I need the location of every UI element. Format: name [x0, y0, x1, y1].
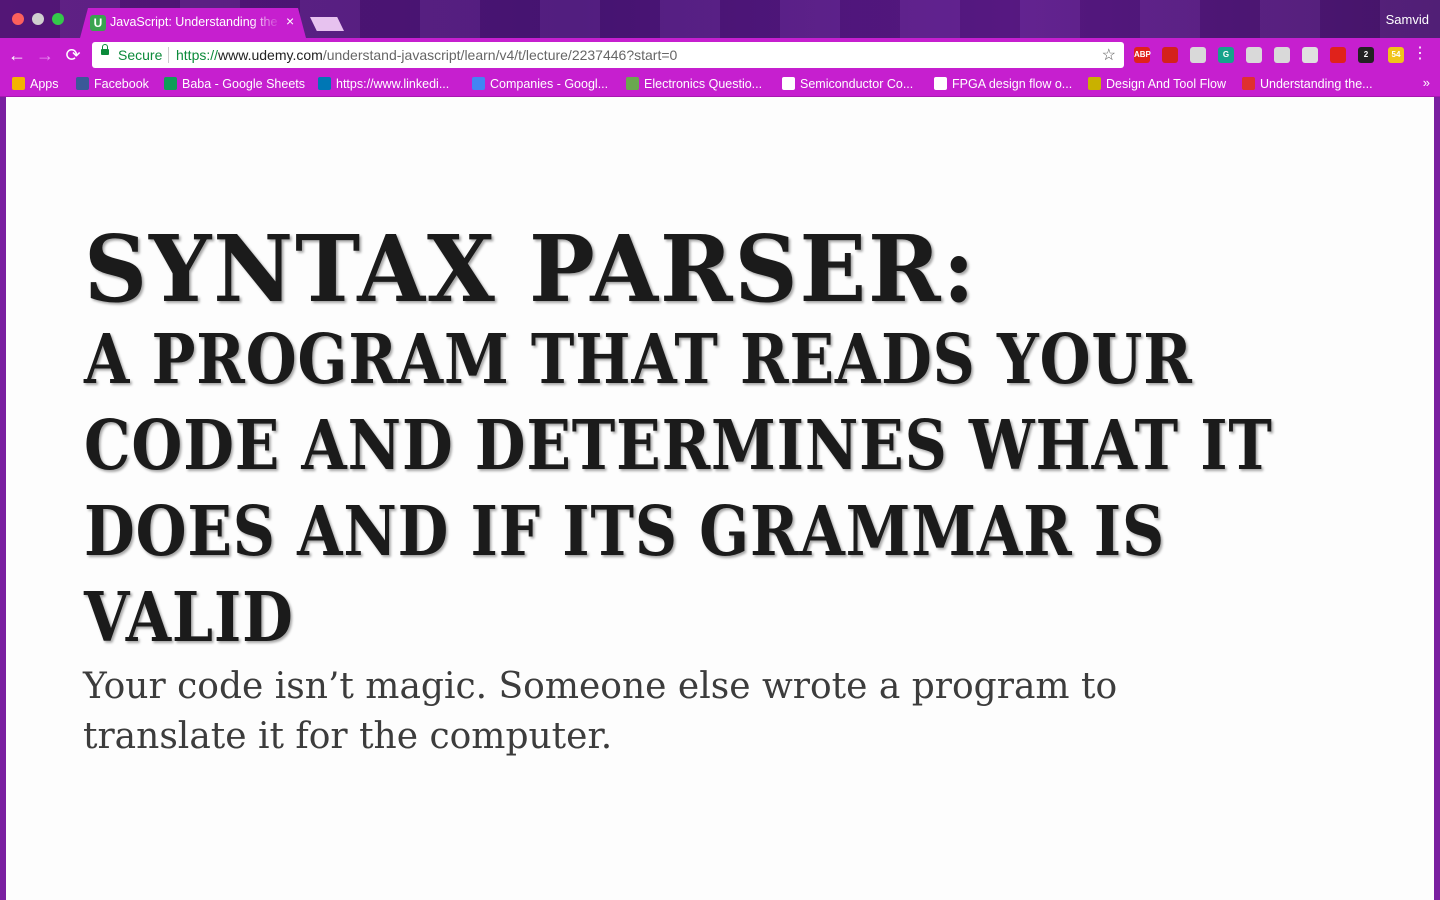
apps-grid-icon	[12, 77, 25, 90]
bookmark-item[interactable]: Apps	[12, 75, 59, 93]
bookmark-label: FPGA design flow o...	[952, 77, 1073, 91]
design-icon	[1088, 77, 1101, 90]
bookmark-item[interactable]: Understanding the...	[1242, 75, 1373, 93]
close-window-button[interactable]	[12, 13, 24, 25]
bookmark-item[interactable]: FPGA design flow o...	[934, 75, 1072, 93]
profile-name[interactable]: Samvid	[1386, 12, 1429, 27]
maximize-window-button[interactable]	[52, 13, 64, 25]
lock-icon	[101, 44, 109, 55]
forward-arrow-icon[interactable]: →	[34, 44, 56, 66]
bookmark-label: https://www.linkedi...	[336, 77, 450, 91]
linkedin-icon	[318, 77, 331, 90]
url-protocol: https://	[176, 47, 219, 63]
slide-body-text: Your code isn’t magic. Someone else wrot…	[83, 666, 1118, 757]
sheets-icon	[164, 77, 177, 90]
bookmark-item[interactable]: Semiconductor Co...	[782, 75, 913, 93]
ublock-icon[interactable]	[1162, 47, 1178, 63]
lecture-slide: Syntax Parser: A program that reads your…	[6, 97, 1434, 900]
browser-toolbar: ← → ⟳ Secure https://www.udemy.com/under…	[0, 38, 1440, 72]
docs-icon	[472, 77, 485, 90]
calendar-ext-icon[interactable]: 54	[1388, 47, 1404, 63]
mail-ext-icon[interactable]	[1274, 47, 1290, 63]
amazon-ext-icon[interactable]: 2	[1358, 47, 1374, 63]
address-divider	[168, 47, 169, 63]
facebook-icon	[76, 77, 89, 90]
adblock-plus-icon[interactable]: ABP	[1134, 47, 1151, 63]
bookmark-label: Semiconductor Co...	[800, 77, 914, 91]
grammarly-icon[interactable]: G	[1218, 47, 1234, 63]
bookmarks-bar: Apps Facebook Baba - Google Sheets https://…	[0, 72, 1440, 97]
slide-heading-block: Syntax Parser: A program that reads your…	[84, 221, 1440, 661]
tab-title: JavaScript: Understanding the Weird Part…	[110, 15, 282, 29]
drive-icon[interactable]	[1246, 47, 1262, 63]
url-host: www.udemy.com	[218, 47, 323, 63]
notes-ext-icon[interactable]	[1190, 47, 1206, 63]
bookmark-item[interactable]: Facebook	[76, 75, 149, 93]
bookmark-label: Apps	[30, 77, 59, 91]
secure-label: Secure	[118, 47, 163, 63]
reload-icon[interactable]: ⟳	[62, 44, 84, 66]
back-arrow-icon[interactable]: ←	[6, 44, 28, 66]
bookmark-label: Baba - Google Sheets	[182, 77, 305, 91]
bookmark-item[interactable]: Electronics Questio...	[626, 75, 762, 93]
window-title-bar: U JavaScript: Understanding the Weird Pa…	[0, 0, 1440, 38]
more-bookmarks-icon[interactable]: »	[1423, 75, 1430, 90]
bookmark-label: Companies - Googl...	[490, 77, 609, 91]
bookmark-item[interactable]: Design And Tool Flow	[1088, 75, 1226, 93]
url-text[interactable]: https://www.udemy.com/understand-javascr…	[176, 47, 677, 63]
slide-subtitle: A program that reads your code and deter…	[84, 320, 1273, 658]
bookmark-star-icon[interactable]: ☆	[1102, 45, 1116, 65]
bookmark-item[interactable]: https://www.linkedi...	[318, 75, 449, 93]
chrome-cast-icon[interactable]	[1302, 47, 1318, 63]
slides-icon	[1242, 77, 1255, 90]
browser-menu-icon[interactable]: ⋮	[1412, 46, 1428, 62]
bookmark-label: Facebook	[94, 77, 149, 91]
page-icon	[782, 77, 795, 90]
fpga-icon	[934, 77, 947, 90]
tab-close-icon[interactable]: ×	[286, 13, 294, 29]
udemy-favicon-icon: U	[90, 15, 106, 31]
bookmark-item[interactable]: Companies - Googl...	[472, 75, 608, 93]
address-bar[interactable]: Secure https://www.udemy.com/understand-…	[92, 42, 1124, 68]
bookmark-label: Design And Tool Flow	[1106, 77, 1226, 91]
leaf-icon	[626, 77, 639, 90]
minimize-window-button[interactable]	[32, 13, 44, 25]
url-path: /understand-javascript/learn/v4/t/lectur…	[322, 47, 678, 63]
video-ext-icon[interactable]	[1330, 47, 1346, 63]
slide-title: Syntax Parser:	[84, 215, 977, 323]
bookmark-label: Electronics Questio...	[644, 77, 763, 91]
bookmark-item[interactable]: Baba - Google Sheets	[164, 75, 305, 93]
bookmark-label: Understanding the...	[1260, 77, 1373, 91]
